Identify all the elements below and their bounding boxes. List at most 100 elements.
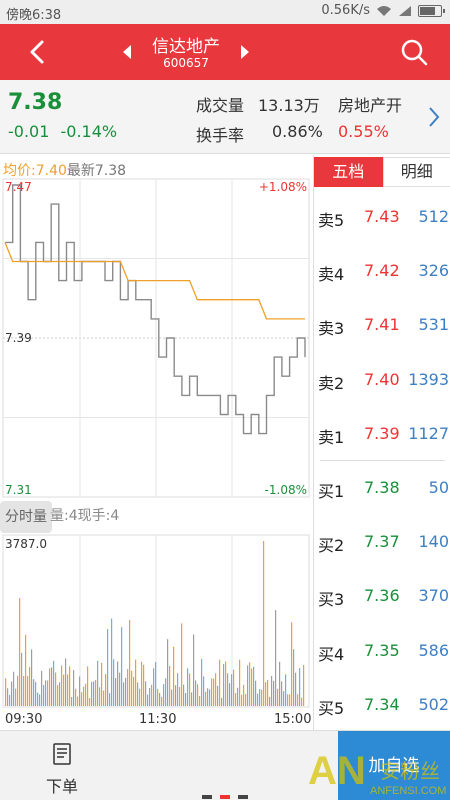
volume-bar	[143, 664, 145, 706]
volume-bar	[267, 680, 269, 706]
volume-bar	[233, 669, 235, 706]
chart-legend: 均价:7.40最新7.38	[3, 160, 126, 180]
volume-bar	[57, 685, 59, 706]
book-volume: 50	[428, 478, 449, 497]
chart-canvas[interactable]	[0, 155, 313, 730]
volume-bar	[177, 673, 179, 706]
volume-bar	[75, 688, 77, 706]
book-row[interactable]: 买4 7.35 586	[314, 637, 450, 667]
book-row[interactable]: 卖1 7.39 1127	[314, 420, 450, 450]
sector-label[interactable]: 房地产开	[338, 92, 402, 116]
volume-bar	[17, 675, 19, 706]
volume-bar	[241, 694, 243, 706]
volume-bar	[49, 668, 51, 706]
volume-bar	[221, 697, 223, 706]
volume-bar	[43, 685, 45, 706]
avg-price-legend: 均价:7.40	[3, 163, 67, 179]
volume-bar	[259, 689, 261, 706]
book-side: 卖2	[318, 373, 345, 393]
status-icons: 0.56K/s	[321, 3, 445, 18]
stock-header: 信达地产 600657	[0, 24, 450, 80]
volume-bar	[235, 693, 237, 706]
volume-bar	[81, 692, 83, 706]
volume-bar	[115, 678, 117, 706]
volume-label: 成交量	[196, 96, 245, 115]
volume-bar	[155, 662, 157, 706]
volume-bar	[247, 665, 249, 706]
volume-bar	[31, 649, 33, 706]
volume-bar	[213, 678, 215, 706]
page-indicator	[202, 795, 248, 799]
volume-bar	[59, 682, 61, 706]
volume-bar	[13, 671, 15, 706]
volume-bar	[77, 696, 79, 706]
book-row[interactable]: 卖4 7.42 326	[314, 257, 450, 287]
volume-bar	[27, 676, 29, 706]
volume-bar	[245, 693, 247, 706]
prev-stock-icon[interactable]	[118, 40, 136, 64]
turnover-value: 0.86%	[272, 122, 323, 141]
book-price: 7.39	[364, 423, 400, 443]
next-stock-icon[interactable]	[236, 40, 254, 64]
book-separator	[320, 460, 445, 461]
volume-bar	[103, 690, 105, 706]
book-row[interactable]: 卖2 7.40 1393	[314, 366, 450, 396]
volume-bar	[173, 646, 175, 706]
book-row[interactable]: 买3 7.36 370	[314, 582, 450, 612]
volume-bar	[23, 676, 25, 706]
order-doc-icon	[53, 743, 71, 765]
book-row[interactable]: 买5 7.34 502	[314, 691, 450, 721]
site-watermark-logo: AN 安粉丝 ANFENSI.COM	[308, 749, 446, 797]
volume-bar	[257, 693, 259, 706]
tab-details[interactable]: 明细	[382, 157, 450, 187]
book-price: 7.40	[364, 369, 400, 389]
volume-bar	[165, 678, 167, 706]
tab-five-levels[interactable]: 五档	[314, 157, 383, 187]
page-dot	[202, 795, 212, 799]
book-row[interactable]: 买2 7.37 140	[314, 528, 450, 558]
volume-bar	[179, 686, 181, 706]
volume-bar	[283, 691, 285, 706]
volume-type-button[interactable]: 分时量	[0, 501, 52, 533]
volume-bar	[279, 661, 281, 706]
volume-bar	[255, 680, 257, 706]
volume-value: 13.13万	[258, 96, 320, 115]
intraday-chart[interactable]: 均价:7.40最新7.38 7.47 7.39 7.31 +1.08% -1.0…	[0, 155, 313, 730]
order-book: 五档 明细 卖5 7.43 512 卖4 7.42 326 卖3 7.41 531 卖2 7.40 1…	[313, 155, 450, 730]
volume-bar	[39, 694, 41, 706]
volume-bars	[5, 541, 305, 706]
volume-bar	[11, 681, 13, 706]
time-axis-start: 09:30	[5, 712, 43, 727]
book-volume: 370	[418, 586, 449, 606]
book-row[interactable]: 买1 7.38 50	[314, 474, 450, 504]
volume-bar	[227, 673, 229, 706]
book-price: 7.43	[364, 207, 400, 226]
volume-bar	[289, 694, 291, 706]
search-icon[interactable]	[396, 34, 432, 70]
volume-bar	[123, 682, 125, 706]
volume-bar	[269, 696, 271, 706]
turnover-label: 换手率	[196, 126, 245, 145]
volume-bar	[29, 667, 31, 706]
book-row[interactable]: 卖3 7.41 531	[314, 311, 450, 341]
book-row[interactable]: 卖5 7.43 512	[314, 203, 450, 233]
volume-bar	[131, 670, 133, 706]
order-button[interactable]: 下单	[40, 743, 84, 796]
volume-bar	[219, 659, 221, 706]
volume-bar	[37, 692, 39, 706]
book-side: 买5	[318, 698, 345, 718]
book-price: 7.35	[364, 640, 400, 660]
volume-bar	[175, 685, 177, 706]
status-time: 傍晚6:38	[6, 8, 62, 23]
volume-bar	[71, 697, 73, 706]
volume-bar	[51, 667, 53, 706]
price-axis-mid: 7.39	[5, 331, 32, 345]
volume-bar	[201, 658, 203, 706]
volume-bar	[83, 686, 85, 706]
volume-bar	[61, 665, 63, 706]
volume-bar	[147, 694, 149, 706]
volume-bar	[65, 658, 67, 706]
back-arrow-icon[interactable]	[20, 34, 56, 70]
chevron-right-icon[interactable]	[426, 104, 442, 130]
time-axis-mid: 11:30	[139, 712, 177, 727]
